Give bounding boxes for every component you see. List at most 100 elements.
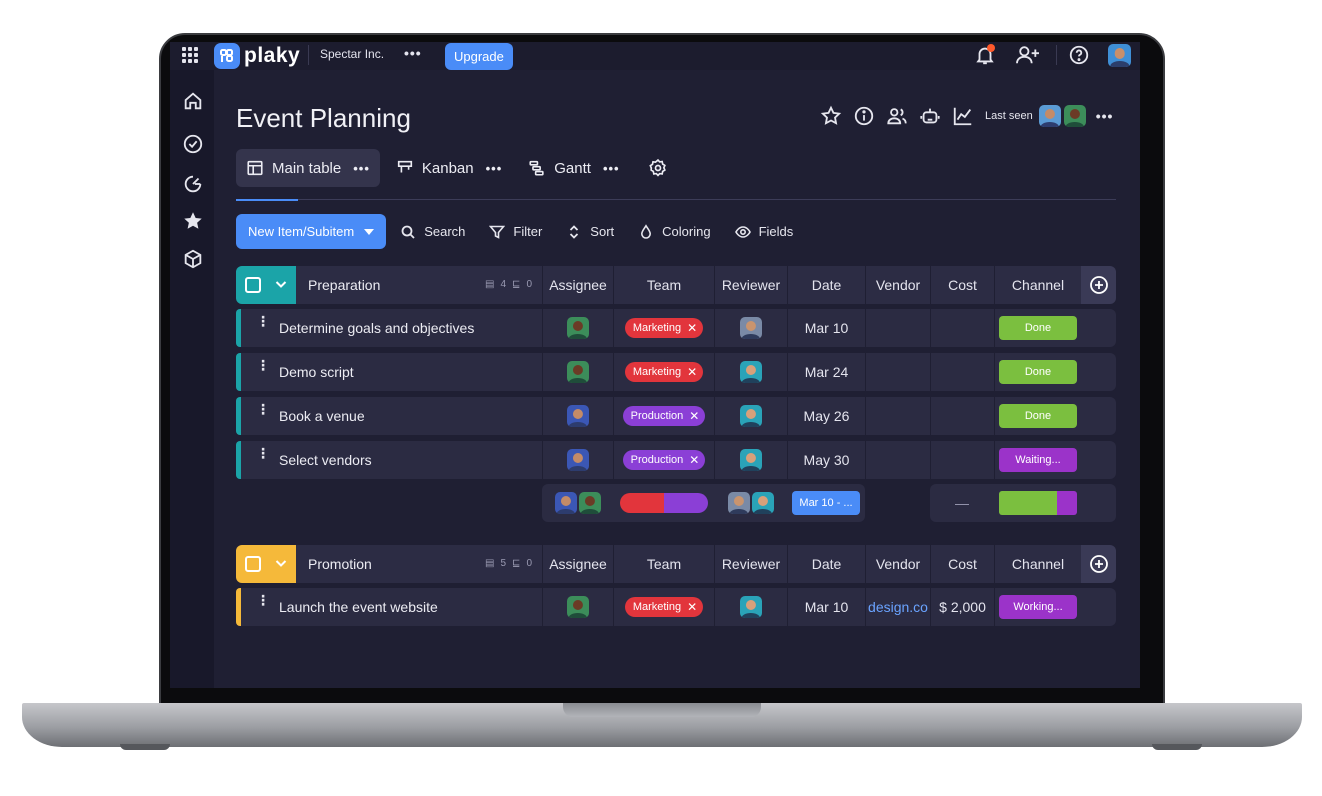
remove-tag-icon[interactable]: ✕ <box>689 409 699 423</box>
status-badge[interactable]: Working... <box>999 595 1077 619</box>
assignee-cell[interactable] <box>542 441 613 479</box>
tab-gantt[interactable]: Gantt ••• <box>518 149 629 187</box>
item-menu-icon[interactable]: ⋮ <box>256 593 270 607</box>
item-cell[interactable]: ⋮ Select vendors <box>236 441 542 479</box>
item-menu-icon[interactable]: ⋮ <box>256 446 270 460</box>
team-cell[interactable]: Marketing ✕ <box>613 309 714 347</box>
fields-button[interactable]: Fields <box>734 224 793 240</box>
column-header-vendor[interactable]: Vendor <box>865 266 930 304</box>
apps-grid-icon[interactable] <box>182 47 198 63</box>
table-row[interactable]: ⋮ Demo script Marketing ✕ Mar 24 Done <box>236 353 1116 391</box>
table-row[interactable]: ⋮ Book a venue Production ✕ May 26 Done <box>236 397 1116 435</box>
sort-button[interactable]: Sort <box>566 224 614 240</box>
reviewer-cell[interactable] <box>714 353 787 391</box>
cost-cell[interactable] <box>930 309 994 347</box>
cost-cell[interactable] <box>930 353 994 391</box>
cost-cell[interactable]: $ 2,000 <box>930 588 994 626</box>
reviewer-cell[interactable] <box>714 441 787 479</box>
user-avatar[interactable] <box>1108 44 1131 67</box>
assignee-cell[interactable] <box>542 309 613 347</box>
channel-cell[interactable]: Done <box>994 309 1081 347</box>
home-icon[interactable] <box>182 90 204 112</box>
column-header-team[interactable]: Team <box>613 545 714 583</box>
table-row[interactable]: ⋮ Select vendors Production ✕ May 30 Wait… <box>236 441 1116 479</box>
add-column-button[interactable] <box>1081 545 1116 583</box>
date-range-badge[interactable]: Mar 10 - ... <box>792 491 860 515</box>
channel-cell[interactable]: Working... <box>994 588 1081 626</box>
board-title[interactable]: Event Planning <box>236 103 411 134</box>
item-name[interactable]: Demo script <box>279 364 354 380</box>
reviewer-cell[interactable] <box>714 588 787 626</box>
column-header-channel[interactable]: Channel <box>994 545 1081 583</box>
chevron-down-icon[interactable] <box>274 277 288 291</box>
team-tag[interactable]: Production ✕ <box>622 406 706 426</box>
item-cell[interactable]: ⋮ Demo script <box>236 353 542 391</box>
favorite-star-icon[interactable] <box>820 105 842 127</box>
search-button[interactable]: Search <box>400 224 465 240</box>
team-cell[interactable]: Marketing ✕ <box>613 353 714 391</box>
channel-cell[interactable]: Done <box>994 397 1081 435</box>
column-header-date[interactable]: Date <box>787 545 865 583</box>
remove-tag-icon[interactable]: ✕ <box>689 453 699 467</box>
info-icon[interactable] <box>853 105 875 127</box>
date-cell[interactable]: Mar 24 <box>787 353 865 391</box>
new-item-button[interactable]: New Item/Subitem <box>236 214 387 249</box>
status-badge[interactable]: Waiting... <box>999 448 1077 472</box>
table-row[interactable]: ⋮ Determine goals and objectives Marketi… <box>236 309 1116 347</box>
column-header-vendor[interactable]: Vendor <box>865 545 930 583</box>
item-name[interactable]: Select vendors <box>279 452 372 468</box>
group-name[interactable]: Preparation <box>308 277 380 293</box>
group-select-checkbox[interactable] <box>245 556 261 572</box>
cost-cell[interactable] <box>930 441 994 479</box>
gear-icon[interactable] <box>648 158 668 178</box>
team-cell[interactable]: Marketing ✕ <box>613 588 714 626</box>
column-header-assignee[interactable]: Assignee <box>542 266 613 304</box>
remove-tag-icon[interactable]: ✕ <box>687 321 697 335</box>
column-header-team[interactable]: Team <box>613 266 714 304</box>
item-cell[interactable]: ⋮ Determine goals and objectives <box>236 309 542 347</box>
chevron-down-icon[interactable] <box>274 556 288 570</box>
dashboard-icon[interactable] <box>182 173 204 195</box>
status-badge[interactable]: Done <box>999 404 1077 428</box>
assignee-cell[interactable] <box>542 353 613 391</box>
date-cell[interactable]: May 30 <box>787 441 865 479</box>
tab-more-icon[interactable]: ••• <box>353 161 370 176</box>
vendor-cell[interactable] <box>865 309 930 347</box>
team-tag[interactable]: Marketing ✕ <box>624 318 704 338</box>
reviewer-cell[interactable] <box>714 309 787 347</box>
tab-kanban[interactable]: Kanban ••• <box>386 149 512 187</box>
add-user-icon[interactable] <box>1013 44 1043 66</box>
reviewer-cell[interactable] <box>714 397 787 435</box>
column-header-cost[interactable]: Cost <box>930 545 994 583</box>
team-tag[interactable]: Marketing ✕ <box>624 362 704 382</box>
board-more-icon[interactable]: ••• <box>1096 108 1114 124</box>
tab-more-icon[interactable]: ••• <box>603 161 620 176</box>
item-menu-icon[interactable]: ⋮ <box>256 358 270 372</box>
item-name[interactable]: Determine goals and objectives <box>279 320 474 336</box>
table-row[interactable]: ⋮ Launch the event website Marketing ✕ Ma… <box>236 588 1116 626</box>
team-tag[interactable]: Production ✕ <box>622 450 706 470</box>
date-cell[interactable]: Mar 10 <box>787 588 865 626</box>
column-header-reviewer[interactable]: Reviewer <box>714 545 787 583</box>
add-column-button[interactable] <box>1081 266 1116 304</box>
vendor-cell[interactable] <box>865 441 930 479</box>
assignee-cell[interactable] <box>542 588 613 626</box>
team-tag[interactable]: Marketing ✕ <box>624 597 704 617</box>
tab-more-icon[interactable]: ••• <box>486 161 503 176</box>
members-icon[interactable] <box>886 105 908 127</box>
star-icon[interactable] <box>182 210 204 232</box>
column-header-assignee[interactable]: Assignee <box>542 545 613 583</box>
item-menu-icon[interactable]: ⋮ <box>256 402 270 416</box>
brand-logo[interactable]: plaky <box>214 43 300 69</box>
date-cell[interactable]: Mar 10 <box>787 309 865 347</box>
column-header-reviewer[interactable]: Reviewer <box>714 266 787 304</box>
team-cell[interactable]: Production ✕ <box>613 441 714 479</box>
status-badge[interactable]: Done <box>999 360 1077 384</box>
group-select-checkbox[interactable] <box>245 277 261 293</box>
caret-down-icon[interactable] <box>364 228 375 235</box>
status-badge[interactable]: Done <box>999 316 1077 340</box>
bell-icon[interactable] <box>974 44 996 66</box>
cost-cell[interactable] <box>930 397 994 435</box>
item-cell[interactable]: ⋮ Launch the event website <box>236 588 542 626</box>
coloring-button[interactable]: Coloring <box>638 223 711 240</box>
